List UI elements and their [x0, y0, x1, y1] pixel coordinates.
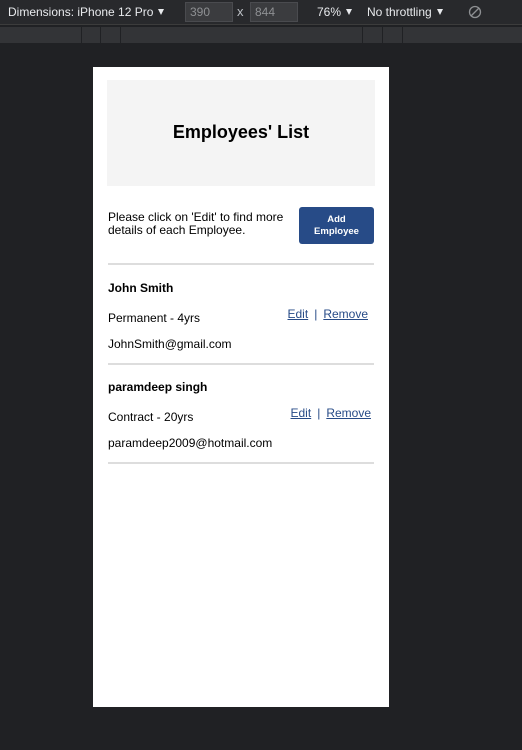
page-header: Employees' List: [107, 80, 375, 186]
ruler-divider: [120, 27, 121, 43]
media-query-ruler: [0, 27, 522, 43]
employee-card: John Smith Permanent - 4yrs JohnSmith@gm…: [93, 265, 389, 363]
ruler-divider: [402, 27, 403, 43]
remove-link[interactable]: Remove: [323, 307, 368, 321]
employee-card: paramdeep singh Contract - 20yrs paramde…: [93, 364, 389, 462]
intro-text: Please click on 'Edit' to find more deta…: [108, 210, 284, 237]
add-employee-button[interactable]: Add Employee: [299, 207, 374, 244]
device-dimensions-dropdown[interactable]: Dimensions: iPhone 12 Pro: [8, 0, 165, 24]
employee-name: paramdeep singh: [108, 380, 208, 394]
action-separator: |: [317, 406, 321, 420]
employee-name: John Smith: [108, 281, 174, 295]
dimension-separator: x: [237, 4, 244, 19]
page-title: Employees' List: [172, 122, 310, 142]
chevron-down-icon: [346, 9, 353, 15]
ruler-divider: [382, 27, 383, 43]
viewport-height-input[interactable]: [250, 2, 298, 22]
employee-email: paramdeep2009@hotmail.com: [108, 436, 273, 450]
throttling-dropdown[interactable]: No throttling: [367, 0, 443, 24]
chevron-down-icon: [436, 9, 443, 15]
employee-actions: Edit | Remove: [291, 406, 372, 420]
employee-type: Contract - 20yrs: [108, 410, 194, 424]
edit-link[interactable]: Edit: [288, 307, 309, 321]
throttling-label: No throttling: [367, 5, 432, 19]
edit-link[interactable]: Edit: [291, 406, 312, 420]
action-separator: |: [314, 307, 318, 321]
ruler-divider: [100, 27, 101, 43]
viewport-width-input[interactable]: [185, 2, 233, 22]
rotate-icon[interactable]: [468, 5, 482, 19]
chevron-down-icon: [158, 9, 165, 15]
ruler-divider: [81, 27, 82, 43]
device-toolbar: Dimensions: iPhone 12 Pro x 76% No throt…: [0, 0, 522, 25]
device-dimensions-label: Dimensions: iPhone 12 Pro: [8, 5, 154, 19]
zoom-dropdown[interactable]: 76%: [317, 0, 353, 24]
employee-actions: Edit | Remove: [288, 307, 369, 321]
device-viewport: Employees' List Please click on 'Edit' t…: [93, 67, 389, 707]
remove-link[interactable]: Remove: [326, 406, 371, 420]
divider: [108, 462, 374, 464]
zoom-label: 76%: [317, 5, 342, 19]
employee-type: Permanent - 4yrs: [108, 311, 201, 325]
employee-email: JohnSmith@gmail.com: [108, 337, 232, 351]
ruler-divider: [362, 27, 363, 43]
